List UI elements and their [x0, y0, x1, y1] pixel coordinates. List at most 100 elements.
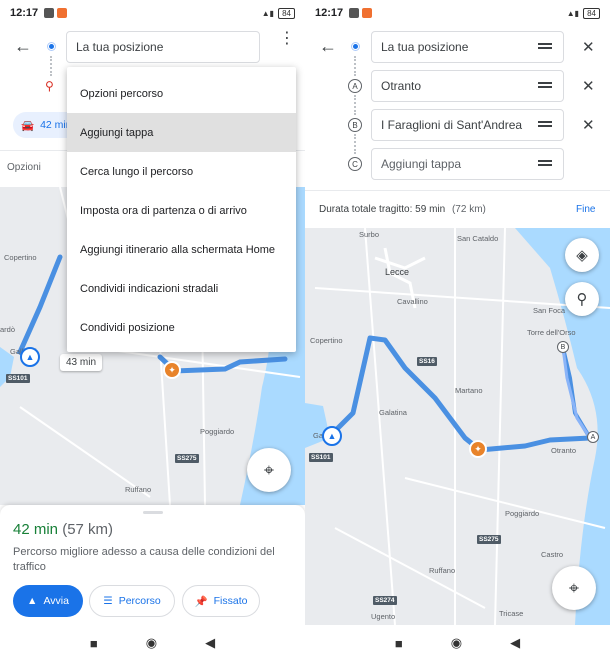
stop-a-map-marker[interactable]: A — [587, 431, 599, 443]
done-button[interactable]: Fine — [576, 204, 595, 215]
back-arrow-icon[interactable]: ← — [319, 36, 337, 57]
remove-stop-a-close-icon[interactable]: ✕ — [582, 77, 595, 95]
overflow-menu: Opzioni percorso Aggiungi tappa Cerca lu… — [67, 67, 296, 352]
menu-item-route-options[interactable]: Opzioni percorso — [67, 74, 296, 113]
stop-b-marker: B — [348, 118, 362, 132]
route-dots — [354, 56, 356, 76]
stop-c-marker: C — [348, 157, 362, 171]
my-location-button[interactable]: ⌖ — [552, 566, 596, 610]
route-description: Percorso migliore adesso a causa delle c… — [13, 546, 275, 573]
origin-dot-icon — [48, 43, 55, 50]
origin-field-text: La tua posizione — [381, 40, 469, 54]
town-label: Poggiardo — [200, 427, 235, 436]
town-label: Tricase — [499, 609, 524, 618]
town-label: Lecce — [385, 267, 410, 277]
my-location-button[interactable]: ⌖ — [247, 448, 291, 492]
app-notification-icon — [362, 8, 373, 18]
search-button[interactable]: ⚲ — [565, 282, 599, 316]
status-bar: 12:17 ▲▮ 84 — [0, 0, 305, 26]
town-label: Surbo — [359, 230, 380, 239]
drag-handle-icon[interactable] — [538, 43, 552, 49]
drag-handle-icon[interactable] — [538, 82, 552, 88]
car-location-icon: ▲ — [20, 347, 40, 367]
home-icon[interactable]: ◉ — [451, 635, 462, 651]
origin-dot-icon — [352, 43, 359, 50]
stop-b-field[interactable]: I Faraglioni di Sant'Andrea — [371, 109, 564, 141]
car-icon: 🚘 — [21, 119, 35, 132]
origin-field[interactable]: La tua posizione — [371, 31, 564, 63]
options-label[interactable]: Opzioni — [7, 162, 41, 173]
car-location-icon: ▲ — [322, 426, 342, 446]
menu-item-add-stop[interactable]: Aggiungi tappa — [67, 113, 296, 152]
alarm-icon — [44, 8, 55, 18]
signal-icon: ▲▮ — [261, 8, 275, 18]
menu-item-add-to-home[interactable]: Aggiungi itinerario alla schermata Home — [67, 230, 296, 269]
town-label: Ugento — [371, 612, 396, 621]
road-badge: SS274 — [373, 596, 397, 605]
back-nav-icon[interactable]: ◀ — [510, 635, 520, 651]
add-stop-field-text: Aggiungi tappa — [381, 157, 462, 171]
remove-origin-close-icon[interactable]: ✕ — [582, 38, 595, 56]
drag-handle-icon[interactable] — [538, 160, 552, 166]
origin-input[interactable]: La tua posizione — [66, 31, 260, 63]
navigation-arrow-icon: ▲ — [27, 595, 38, 607]
menu-item-share-location[interactable]: Condividi posizione — [67, 308, 296, 347]
town-label: Otranto — [551, 446, 577, 455]
town-label: Castro — [541, 550, 564, 559]
total-duration-label: Durata totale tragitto: 59 min — [319, 204, 446, 215]
route-dots — [50, 56, 52, 76]
status-bar: 12:17 ▲▮ 84 — [305, 0, 610, 26]
recents-icon[interactable]: ■ — [90, 636, 98, 651]
drag-handle-icon[interactable] — [538, 121, 552, 127]
menu-item-search-along-route[interactable]: Cerca lungo il percorso — [67, 152, 296, 191]
list-icon: ☰ — [103, 595, 113, 607]
traffic-poi-icon[interactable]: ✦ — [469, 440, 487, 458]
menu-item-set-time[interactable]: Imposta ora di partenza o di arrivo — [67, 191, 296, 230]
stop-a-field[interactable]: Otranto — [371, 70, 564, 102]
left-screen: 12:17 ▲▮ 84 ← ⚲ La tua posizione ⋮ 🚘 42 mi… — [0, 0, 305, 661]
status-time: 12:17 — [315, 7, 344, 19]
town-label: Cavallino — [397, 297, 428, 306]
layers-icon: ◈ — [576, 247, 588, 264]
steps-button[interactable]: ☰ Percorso — [89, 585, 175, 617]
home-icon[interactable]: ◉ — [146, 635, 157, 651]
app-notification-icon — [57, 8, 68, 18]
pin-icon: 📌 — [194, 595, 208, 608]
remove-stop-b-close-icon[interactable]: ✕ — [582, 116, 595, 134]
sheet-handle[interactable] — [143, 511, 163, 514]
crosshair-icon: ⌖ — [263, 459, 275, 480]
start-navigation-button[interactable]: ▲ Avvia — [13, 585, 83, 617]
search-icon: ⚲ — [576, 291, 588, 308]
signal-icon: ▲▮ — [566, 8, 580, 18]
more-options-icon[interactable]: ⋮ — [279, 31, 295, 47]
town-label: Poggiardo — [505, 509, 540, 518]
destination-pin-icon: ⚲ — [45, 79, 54, 93]
add-stop-field[interactable]: Aggiungi tappa — [371, 148, 564, 180]
road-badge: SS275 — [477, 535, 501, 544]
town-label: Ruffano — [125, 485, 152, 494]
total-duration-summary: Durata totale tragitto: 59 min (72 km) — [319, 204, 486, 215]
stop-b-field-text: I Faraglioni di Sant'Andrea — [381, 118, 523, 132]
road-badge: SS101 — [309, 453, 333, 462]
back-nav-icon[interactable]: ◀ — [205, 635, 215, 651]
traffic-poi-icon[interactable]: ✦ — [163, 361, 181, 379]
town-label: ardò — [0, 325, 16, 334]
pin-button[interactable]: 📌 Fissato — [182, 585, 260, 617]
layers-button[interactable]: ◈ — [565, 238, 599, 272]
steps-label: Percorso — [118, 595, 161, 607]
town-label: Copertino — [4, 253, 37, 262]
recents-icon[interactable]: ■ — [395, 636, 403, 651]
town-label: Martano — [455, 386, 483, 395]
divider — [305, 190, 610, 191]
battery-icon: 84 — [583, 7, 600, 19]
road-badge: SS16 — [417, 357, 437, 366]
town-label: San Cataldo — [457, 234, 499, 243]
map-view[interactable]: Surbo San Cataldo Lecce Cavallino San Fo… — [305, 228, 610, 625]
pin-label: Fissato — [213, 595, 248, 607]
back-arrow-icon[interactable]: ← — [14, 36, 32, 57]
road-badge: SS275 — [175, 454, 199, 463]
menu-item-share-directions[interactable]: Condividi indicazioni stradali — [67, 269, 296, 308]
town-label: Galatina — [379, 408, 407, 417]
stop-b-map-marker[interactable]: B — [557, 341, 569, 353]
alt-route-time[interactable]: 43 min — [60, 354, 103, 371]
